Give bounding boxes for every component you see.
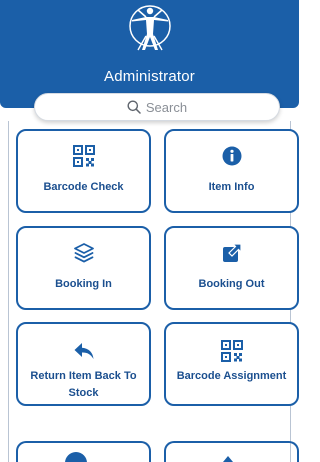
reply-arrow-icon xyxy=(74,343,93,359)
info-icon xyxy=(222,146,241,166)
vitruvian-man-logo xyxy=(129,5,171,51)
up-arrow-icon xyxy=(223,456,233,462)
layers-icon xyxy=(73,243,94,263)
tile-label: Booking Out xyxy=(198,278,265,290)
barcode-check-tile[interactable]: Barcode Check xyxy=(16,129,151,213)
item-info-tile[interactable]: Item Info xyxy=(164,129,299,213)
qr-code-icon xyxy=(220,340,243,362)
app-header: Administrator xyxy=(0,0,299,108)
booking-out-tile[interactable]: Booking Out xyxy=(164,226,299,310)
tile-label: Barcode Check xyxy=(43,181,124,193)
search-placeholder: Search xyxy=(145,99,188,115)
external-link-icon xyxy=(222,243,242,262)
tile-label: Return Item Back To Stock xyxy=(30,370,137,399)
search-icon xyxy=(127,100,141,114)
user-role-label: Administrator xyxy=(104,68,195,85)
return-item-tile[interactable]: Return Item Back To Stock xyxy=(16,322,151,406)
qr-code-icon xyxy=(72,145,95,167)
search-input[interactable]: Search xyxy=(34,93,280,121)
tile-label: Item Info xyxy=(208,181,255,193)
barcode-assignment-tile[interactable]: Barcode Assignment xyxy=(164,322,299,406)
tile-label: Barcode Assignment xyxy=(176,370,287,382)
booking-in-tile[interactable]: Booking In xyxy=(16,226,151,310)
tile-label: Booking In xyxy=(55,278,112,290)
